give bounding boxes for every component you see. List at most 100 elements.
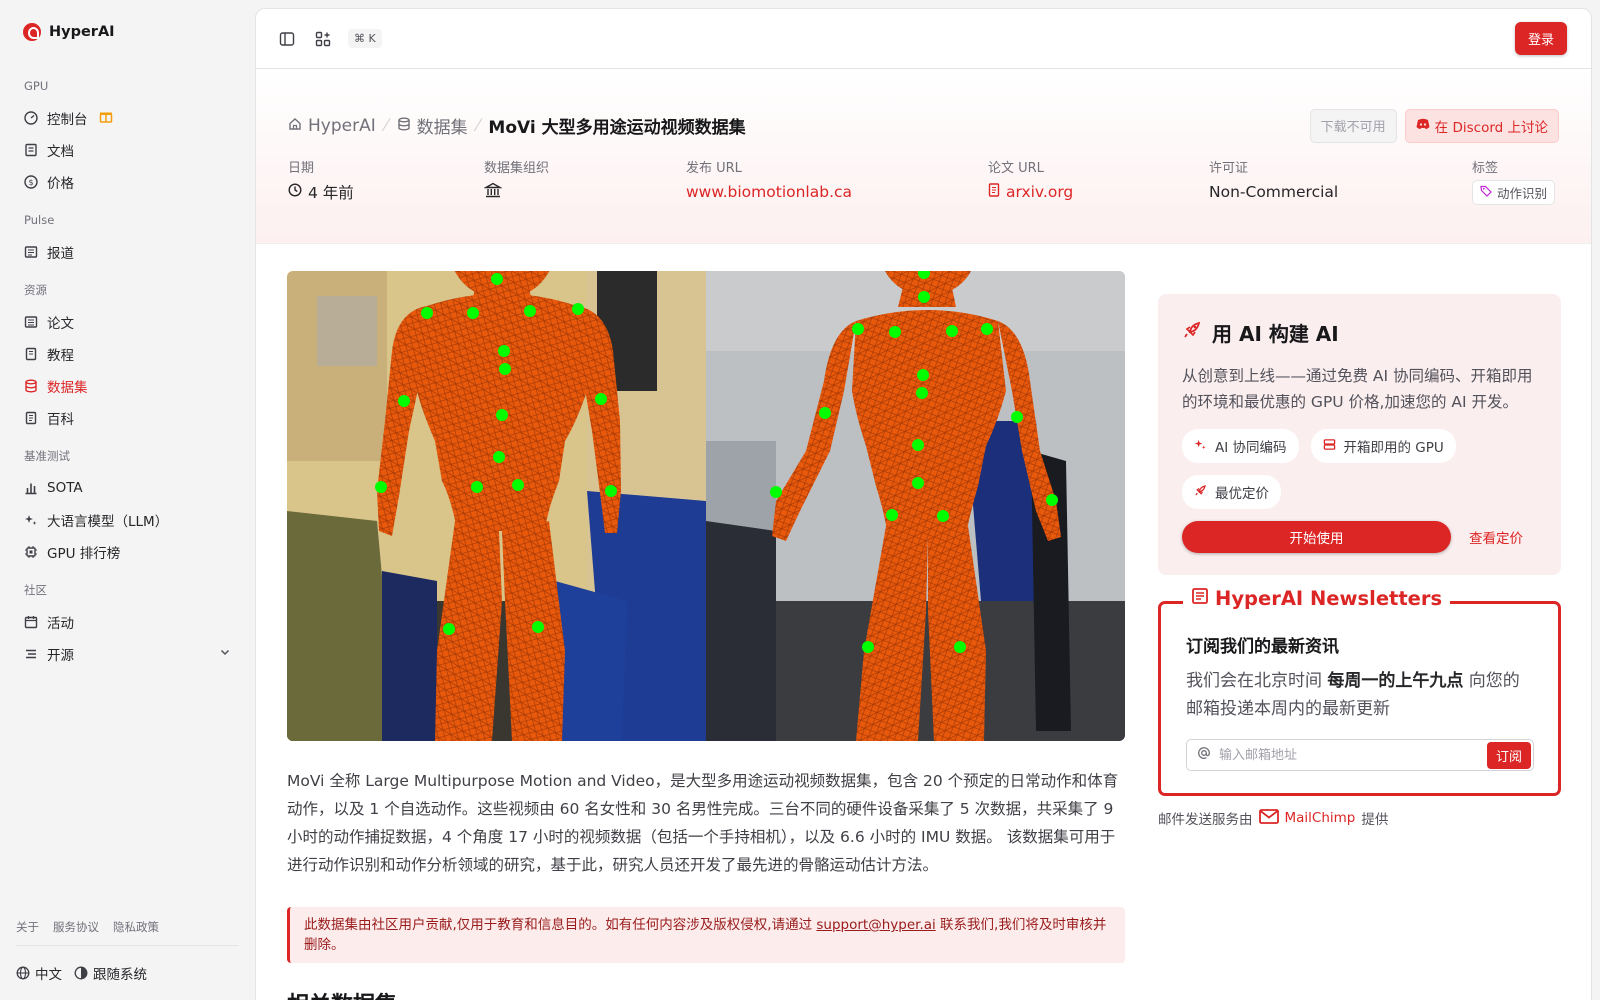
tag-pill[interactable]: 动作识别 xyxy=(1472,179,1556,205)
sidebar-item-gpu-leaderboard[interactable]: GPU 排行榜 xyxy=(16,536,239,568)
tag-label: 动作识别 xyxy=(1497,185,1548,201)
sidebar-item-docs[interactable]: 文档 xyxy=(16,134,239,166)
language-switcher[interactable]: 中文 xyxy=(16,963,62,983)
subscribe-button[interactable]: 订阅 xyxy=(1486,741,1531,769)
meta-tags-label: 标签 xyxy=(1472,161,1499,176)
calendar-icon xyxy=(24,615,38,629)
footer-link-privacy[interactable]: 隐私政策 xyxy=(113,919,159,935)
book-icon xyxy=(24,143,38,157)
breadcrumb-datasets[interactable]: 数据集 xyxy=(397,113,468,138)
view-pricing-link[interactable]: 查看定价 xyxy=(1469,527,1523,547)
sidebar-item-opensource[interactable]: 开源 xyxy=(16,638,239,670)
meta-url-label: 发布 URL xyxy=(686,161,742,176)
feature-chip-pricing: 最优定价 xyxy=(1182,475,1281,509)
sidebar-item-llm[interactable]: 大语言模型（LLM） xyxy=(16,504,239,536)
brand-name: HyperAI xyxy=(49,24,115,40)
chevron-down-icon[interactable] xyxy=(219,646,231,662)
get-started-button[interactable]: 开始使用 xyxy=(1182,521,1451,553)
mail-credit-suffix: 提供 xyxy=(1361,812,1389,828)
paper-icon xyxy=(24,315,38,329)
rocket-icon xyxy=(1194,484,1207,501)
home-icon xyxy=(288,116,302,136)
download-button: 下载不可用 xyxy=(1309,109,1397,143)
sidebar-item-console[interactable]: 控制台 xyxy=(16,102,239,134)
dataset-content: MoVi 全称 Large Multipurpose Motion and Vi… xyxy=(287,271,1125,1000)
sidebar-item-label: 教程 xyxy=(47,348,74,364)
newsletter-title-row: HyperAI Newsletters xyxy=(1183,587,1451,610)
login-button[interactable]: 登录 xyxy=(1514,22,1567,55)
server-icon xyxy=(1323,438,1336,455)
promo-description: 从创意到上线——通过免费 AI 协同编码、开箱即用的环境和最优惠的 GPU 价格… xyxy=(1182,367,1533,411)
topbar: ⌘ K 登录 xyxy=(256,9,1591,69)
database-icon xyxy=(397,116,411,136)
search-shortcut[interactable]: ⌘ K xyxy=(348,29,382,48)
sidebar: HyperAI GPU 控制台 文档 $ 价格 Pulse 报道 资源 论文 教… xyxy=(0,0,255,1000)
meta-url-link[interactable]: www.biomotionlab.ca xyxy=(686,179,852,205)
promo-actions: 开始使用 查看定价 xyxy=(1182,521,1537,553)
sidebar-item-label: 大语言模型（LLM） xyxy=(47,514,169,530)
discord-icon xyxy=(1416,118,1430,134)
footer-settings: 中文 跟随系统 xyxy=(16,946,239,1000)
institution-icon xyxy=(483,181,503,203)
meta-paper-link[interactable]: arxiv.org xyxy=(988,179,1073,205)
theme-switcher[interactable]: 跟随系统 xyxy=(74,963,147,983)
dollar-icon: $ xyxy=(24,175,38,189)
mailchimp-link[interactable]: MailChimp xyxy=(1258,808,1356,828)
footer-links: 关于 服务协议 隐私政策 xyxy=(16,919,239,946)
apps-icon[interactable] xyxy=(312,28,334,50)
support-email-link[interactable]: support@hyper.ai xyxy=(816,917,935,933)
footer-link-terms[interactable]: 服务协议 xyxy=(53,919,99,935)
sidebar-item-label: 控制台 xyxy=(47,112,88,128)
sidebar-item-pricing[interactable]: $ 价格 xyxy=(16,166,239,198)
sidebar-item-events[interactable]: 活动 xyxy=(16,606,239,638)
hyperai-logo-icon xyxy=(23,23,41,41)
dataset-actions: 下载不可用 在 Discord 上讨论 xyxy=(1309,109,1559,143)
nav-section-resources-title: 资源 xyxy=(24,283,47,297)
main-panel: ⌘ K 登录 HyperAI ⁄ 数据集 ⁄ MoVi 大型多用途运动视频数据集… xyxy=(255,8,1592,1000)
meta-paper: 论文 URL arxiv.org xyxy=(988,157,1073,205)
mail-credit: 邮件发送服务由 MailChimp 提供 xyxy=(1158,808,1561,828)
meta-license-label: 许可证 xyxy=(1209,161,1249,176)
mailchimp-label: MailChimp xyxy=(1284,810,1356,826)
sidebar-item-label: 百科 xyxy=(47,412,74,428)
newsletter-schedule: 每周一的上午九点 xyxy=(1327,671,1464,691)
feature-chip-copilot: AI 协同编码 xyxy=(1182,429,1299,463)
related-datasets-heading: 相关数据集 xyxy=(287,987,1125,1000)
newspaper-icon xyxy=(24,245,38,259)
theme-label: 跟随系统 xyxy=(93,967,147,983)
sidebar-item-papers[interactable]: 论文 xyxy=(16,306,239,338)
brand[interactable]: HyperAI xyxy=(16,0,239,64)
nav-section-benchmark-title: 基准测试 xyxy=(24,449,70,463)
email-input[interactable] xyxy=(1219,747,1479,763)
meta-org: 数据集组织 xyxy=(483,157,549,205)
sidebar-footer: 关于 服务协议 隐私政策 中文 跟随系统 xyxy=(16,919,239,1000)
footer-link-about[interactable]: 关于 xyxy=(16,919,39,935)
promo-features: AI 协同编码 开箱即用的 GPU 最优定价 xyxy=(1182,429,1537,509)
meta-date-value: 4 年前 xyxy=(308,184,354,202)
right-column: 用 AI 构建 AI 从创意到上线——通过免费 AI 协同编码、开箱即用的环境和… xyxy=(1158,294,1561,828)
breadcrumb: HyperAI ⁄ 数据集 ⁄ MoVi 大型多用途运动视频数据集 xyxy=(288,113,746,138)
chip-icon xyxy=(24,545,38,559)
breadcrumb-separator: ⁄ xyxy=(384,115,388,136)
sidebar-item-tutorials[interactable]: 教程 xyxy=(16,338,239,370)
sparkle-icon xyxy=(24,513,38,527)
sidebar-toggle-icon[interactable] xyxy=(276,28,298,50)
theme-icon xyxy=(74,966,88,980)
tutorial-icon xyxy=(24,347,38,361)
notice-prefix: 此数据集由社区用户贡献,仅用于教育和信息目的。如有任何内容涉及版权侵权,请通过 xyxy=(304,917,817,933)
meta-license-value: Non-Commercial xyxy=(1209,183,1339,201)
sidebar-item-sota[interactable]: SOTA xyxy=(16,472,239,504)
feature-chip-label: 最优定价 xyxy=(1215,486,1269,502)
encyclopedia-icon xyxy=(24,411,38,425)
mail-credit-prefix: 邮件发送服务由 xyxy=(1158,812,1253,828)
sidebar-item-reports[interactable]: 报道 xyxy=(16,236,239,268)
sidebar-item-encyclopedia[interactable]: 百科 xyxy=(16,402,239,434)
meta-date: 日期 4 年前 xyxy=(288,157,354,205)
feature-chip-gpu: 开箱即用的 GPU xyxy=(1310,429,1456,463)
mail-icon xyxy=(1258,808,1279,828)
sidebar-item-datasets[interactable]: 数据集 xyxy=(16,370,239,402)
nav-section-pulse-title: Pulse xyxy=(24,213,55,227)
breadcrumb-home[interactable]: HyperAI xyxy=(288,116,376,136)
sidebar-item-label: 文档 xyxy=(47,144,74,160)
discord-button[interactable]: 在 Discord 上讨论 xyxy=(1404,109,1559,143)
